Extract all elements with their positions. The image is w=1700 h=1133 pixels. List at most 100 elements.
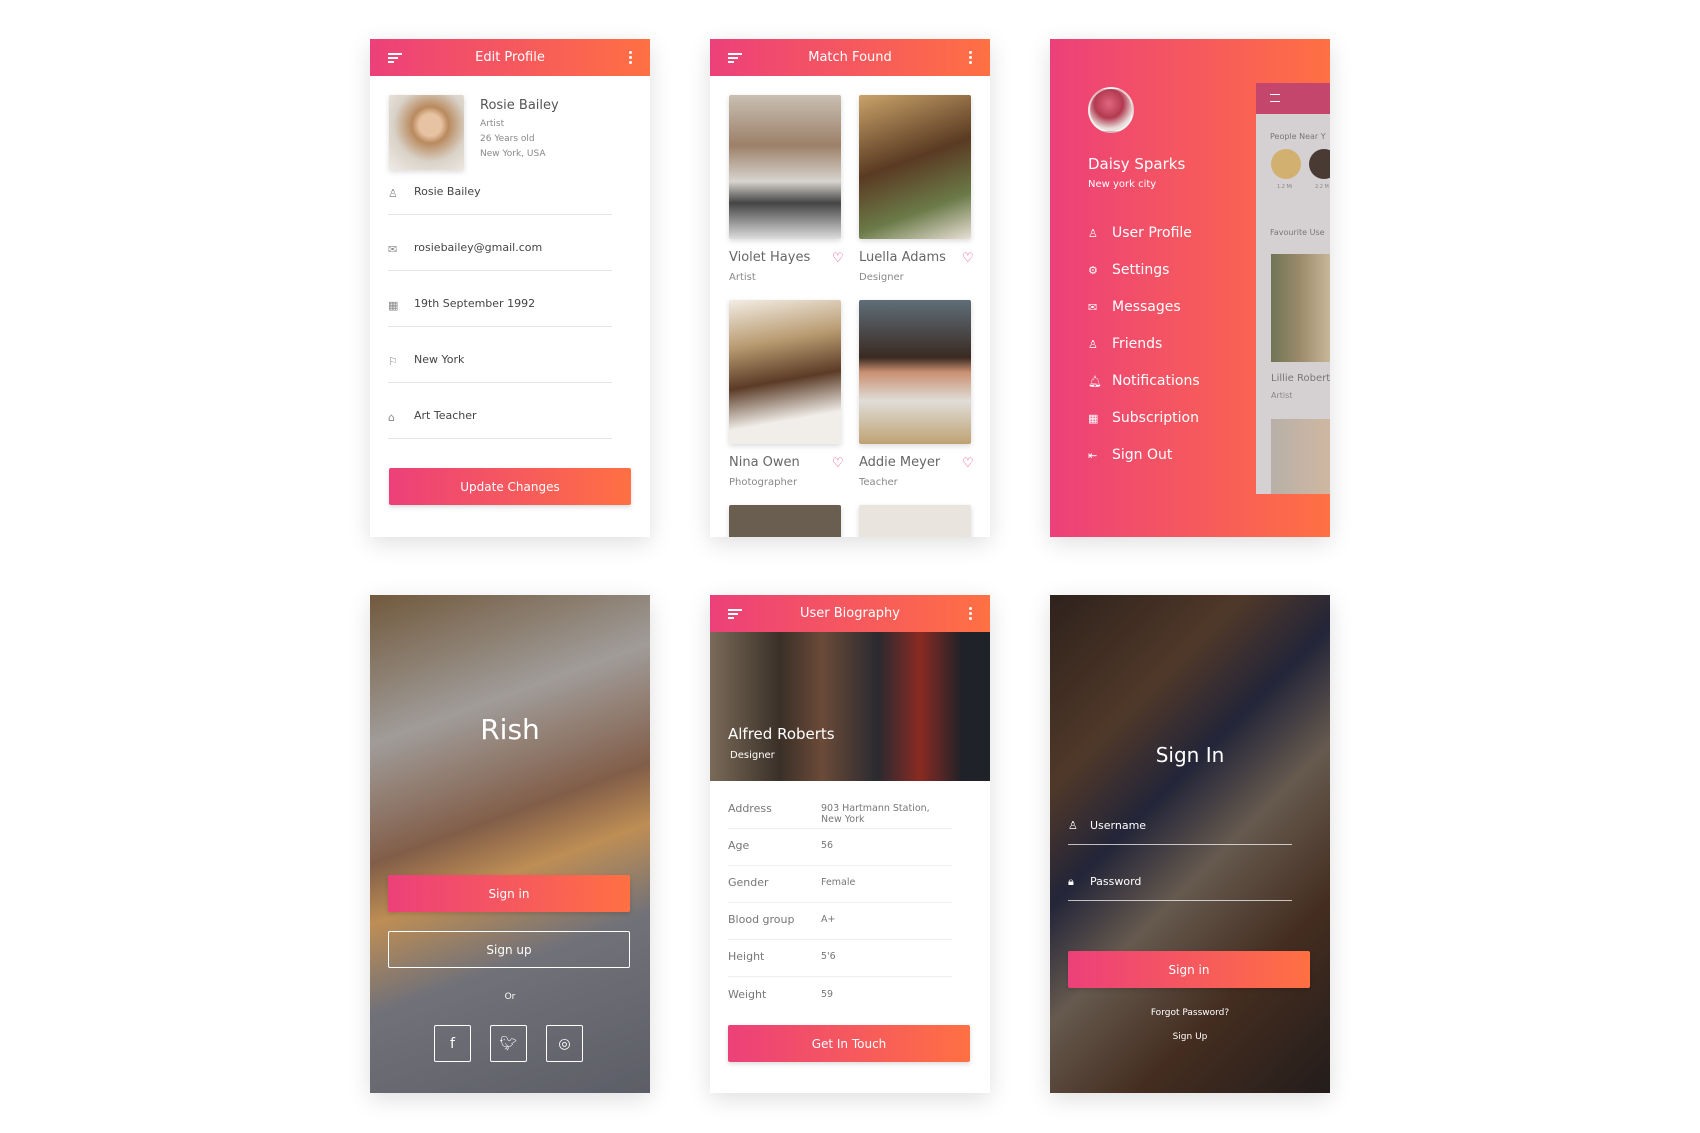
profile-name: Rosie Bailey: [480, 98, 559, 113]
match-role: Designer: [859, 272, 904, 283]
bio-role: Designer: [730, 750, 775, 761]
menu-icon[interactable]: [388, 53, 402, 63]
bio-row-blood-group: Blood group A+: [728, 903, 952, 940]
menu-icon[interactable]: [728, 609, 742, 619]
favourite-role: Artist: [1271, 391, 1293, 400]
briefcase-icon: ⌂: [388, 411, 395, 424]
distance: 2.2 M: [1315, 184, 1329, 190]
password-input[interactable]: Password: [1090, 875, 1141, 888]
navigation-drawer-screen: People Near Y 1.2 Mi 2.2 M Favourite Use…: [1050, 39, 1330, 537]
password-underline: [1068, 900, 1292, 901]
name-field[interactable]: ♙ Rosie Bailey: [388, 185, 612, 215]
match-name: Violet Hayes: [729, 250, 811, 265]
facebook-icon[interactable]: f: [434, 1025, 471, 1062]
more-icon[interactable]: [969, 51, 972, 66]
nav-item-user-profile[interactable]: ♙ User Profile: [1088, 225, 1192, 241]
sign-up-link[interactable]: Sign Up: [1050, 1032, 1330, 1042]
screen-title: Edit Profile: [475, 50, 545, 65]
nav-item-sign-out[interactable]: ⇤ Sign Out: [1088, 447, 1172, 463]
bell-icon: 🔔︎: [1088, 374, 1102, 388]
heart-icon[interactable]: ♡: [962, 251, 974, 266]
instagram-icon[interactable]: ◎: [546, 1025, 583, 1062]
user-icon: ♙: [1088, 226, 1098, 240]
user-icon: ♙: [388, 187, 398, 200]
match-photo[interactable]: [859, 505, 971, 537]
nav-item-friends[interactable]: ♙ Friends: [1088, 336, 1162, 352]
username-input[interactable]: Username: [1090, 819, 1146, 832]
sign-out-icon: ⇤: [1088, 448, 1098, 462]
birthday-field[interactable]: ▦ 19th September 1992: [388, 297, 612, 327]
calendar-icon: ▦: [388, 299, 399, 312]
email-field[interactable]: ✉ rosiebailey@gmail.com: [388, 241, 612, 271]
gear-icon: ⚙: [1088, 263, 1098, 277]
heart-icon[interactable]: ♡: [832, 251, 844, 266]
match-found-screen: Match Found Violet Hayes Artist ♡ Luella…: [710, 39, 990, 537]
profile-role: Artist: [480, 119, 505, 129]
profile-location: New York, USA: [480, 149, 546, 159]
match-role: Photographer: [729, 477, 798, 488]
menu-icon[interactable]: [1270, 94, 1280, 102]
lock-icon: 🔒︎: [1068, 875, 1074, 888]
city-field[interactable]: ⚐ New York: [388, 353, 612, 383]
header: Match Found: [710, 39, 990, 76]
match-role: Teacher: [859, 477, 898, 488]
sign-in-button[interactable]: Sign in: [1068, 951, 1310, 988]
landing-screen: Rish Sign in Sign up Or f 🐦︎ ◎: [370, 595, 650, 1093]
sign-in-screen: Sign In ♙ Username 🔒︎ Password Sign in F…: [1050, 595, 1330, 1093]
update-changes-button[interactable]: Update Changes: [389, 468, 631, 505]
favourite-photo[interactable]: [1271, 254, 1330, 362]
favourite-name: Lillie Robert: [1271, 373, 1330, 384]
match-role: Artist: [729, 272, 756, 283]
overlay: [370, 595, 650, 1093]
forgot-password-link[interactable]: Forgot Password?: [1050, 1008, 1330, 1018]
edit-profile-screen: Edit Profile Rosie Bailey Artist 26 Year…: [370, 39, 650, 537]
heart-icon[interactable]: ♡: [962, 456, 974, 471]
app-preview: People Near Y 1.2 Mi 2.2 M Favourite Use…: [1256, 83, 1330, 494]
bio-row-height: Height 5'6: [728, 940, 952, 977]
user-icon: ♙: [1068, 819, 1078, 832]
more-icon[interactable]: [629, 51, 632, 66]
username-underline: [1068, 844, 1292, 845]
nearby-avatar[interactable]: [1271, 149, 1301, 179]
sign-up-button[interactable]: Sign up: [388, 931, 630, 968]
sign-in-button[interactable]: Sign in: [388, 875, 630, 912]
bio-row-address: Address 903 Hartmann Station, New York: [728, 792, 952, 829]
match-photo[interactable]: [859, 95, 971, 239]
heart-icon[interactable]: ♡: [832, 456, 844, 471]
menu-icon[interactable]: [728, 53, 742, 63]
screen-title: Match Found: [808, 50, 892, 65]
occupation-field[interactable]: ⌂ Art Teacher: [388, 409, 612, 439]
avatar[interactable]: [1088, 87, 1134, 133]
friends-icon: ♙: [1088, 337, 1098, 351]
mail-icon: ✉: [388, 243, 398, 256]
calendar-icon: ▦: [1088, 411, 1099, 425]
nearby-avatar[interactable]: [1309, 149, 1330, 179]
match-name: Luella Adams: [859, 250, 946, 265]
screen-title: User Biography: [800, 606, 900, 621]
nav-item-subscription[interactable]: ▦ Subscription: [1088, 410, 1199, 426]
match-photo[interactable]: [859, 300, 971, 444]
people-near-label: People Near Y: [1270, 132, 1326, 141]
profile-photo: [389, 95, 464, 170]
user-biography-screen: User Biography Alfred Roberts Designer A…: [710, 595, 990, 1093]
bio-row-age: Age 56: [728, 829, 952, 866]
header: Edit Profile: [370, 39, 650, 76]
nav-item-settings[interactable]: ⚙ Settings: [1088, 262, 1169, 278]
user-city: New york city: [1088, 179, 1157, 190]
header: User Biography: [710, 595, 990, 632]
favourite-label: Favourite Use: [1270, 228, 1325, 237]
match-name: Addie Meyer: [859, 455, 941, 470]
twitter-icon[interactable]: 🐦︎: [490, 1025, 527, 1062]
sign-in-title: Sign In: [1155, 743, 1225, 767]
match-name: Nina Owen: [729, 455, 800, 470]
nav-item-messages[interactable]: ✉ Messages: [1088, 299, 1181, 315]
favourite-photo[interactable]: [1271, 419, 1330, 494]
get-in-touch-button[interactable]: Get In Touch: [728, 1025, 970, 1062]
bio-name: Alfred Roberts: [728, 725, 835, 743]
nav-item-notifications[interactable]: 🔔︎ Notifications: [1088, 373, 1200, 389]
user-name: Daisy Sparks: [1088, 155, 1186, 173]
match-photo[interactable]: [729, 300, 841, 444]
more-icon[interactable]: [969, 607, 972, 622]
match-photo[interactable]: [729, 505, 841, 537]
match-photo[interactable]: [729, 95, 841, 239]
